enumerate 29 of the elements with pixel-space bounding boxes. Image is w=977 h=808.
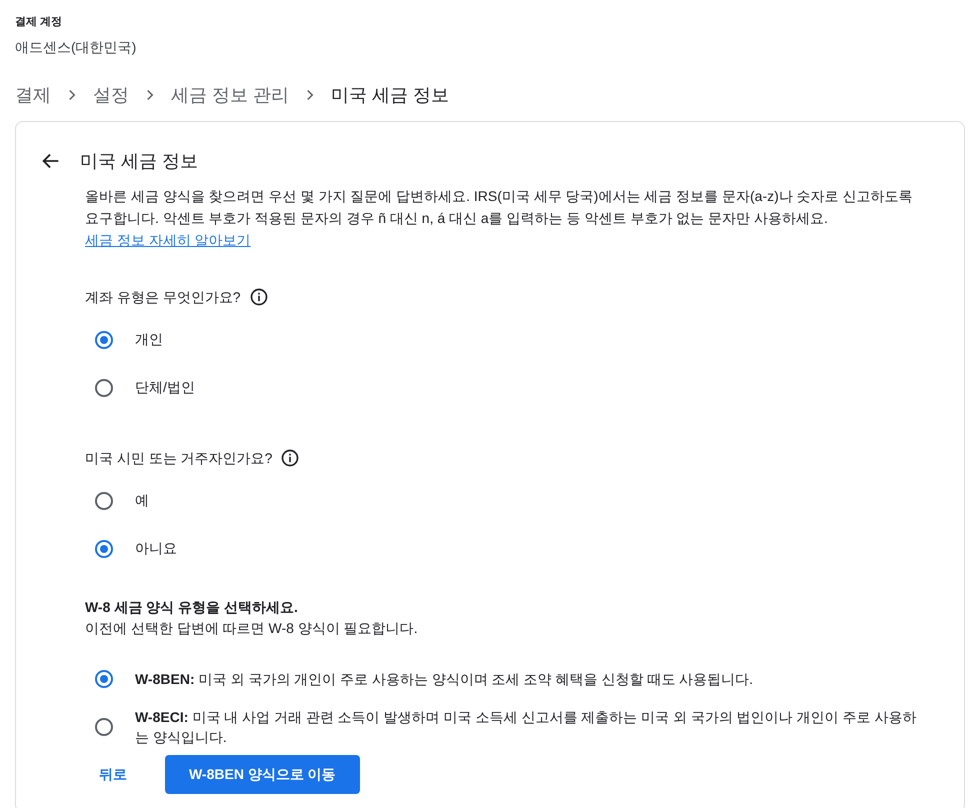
question-label: 미국 시민 또는 거주자인가요?	[85, 448, 272, 468]
account-name: 애드센스(대한민국)	[15, 38, 138, 57]
intro-paragraph: 올바른 세금 양식을 찾으려면 우선 몇 가지 질문에 답변하세요. IRS(미국 세무 당국)에서는 세금 정보를 문자(a-z)나 숫자로 신고하도록 요구합니다. 악센트 부호가 적용된 문자의 경우 ñ 대신 n, á 대신 a를 입력하는 등 악센트 부호가 없는 문자만 사용하세요. 세금 정보 자세히 알아보기	[85, 186, 914, 250]
section-heading: W-8 세금 양식 유형을 선택하세요.	[85, 598, 299, 616]
info-icon	[280, 448, 300, 468]
continue-button[interactable]: W-8BEN 양식으로 이동	[165, 754, 360, 794]
radio-unselected[interactable]	[95, 378, 113, 396]
breadcrumb-link[interactable]: 결제	[15, 82, 51, 108]
account-label: 결제 계정	[15, 15, 64, 30]
back-button[interactable]: 뒤로	[85, 756, 141, 792]
info-icon	[248, 287, 269, 307]
breadcrumb-link[interactable]: 설정	[93, 82, 129, 108]
breadcrumb-current: 미국 세금 정보	[331, 84, 450, 106]
radio-unselected[interactable]	[95, 492, 113, 510]
radio-selected[interactable]	[95, 330, 113, 348]
form-option-text: W-8ECI: 미국 내 사업 거래 관련 소득이 발생하며 미국 소득세 신고서를 제출하는 미국 외 국가의 법인이나 개인이 주로 사용하는 양식입니다.	[135, 708, 918, 746]
radio-unselected[interactable]	[95, 718, 113, 736]
card-title: 미국 세금 정보	[80, 150, 198, 172]
question-label: 계좌 유형은 무엇인가요?	[85, 288, 241, 306]
radio-selected[interactable]	[95, 670, 113, 688]
section-subtext: 이전에 선택한 답변에 따르면 W-8 양식이 필요합니다.	[85, 618, 419, 638]
option-label: 단체/법인	[135, 378, 195, 397]
breadcrumb-link[interactable]: 세금 정보 관리	[171, 82, 290, 108]
option-label: 예	[135, 491, 149, 510]
option-label: 아니요	[135, 539, 177, 558]
option-label: 개인	[135, 330, 163, 349]
radio-selected[interactable]	[95, 540, 113, 558]
form-option-text: W-8BEN: 미국 외 국가의 개인이 주로 사용하는 양식이며 조세 조약 혜택을 신청할 때도 사용됩니다.	[135, 670, 754, 688]
learn-more-link[interactable]: 세금 정보 자세히 알아보기	[85, 232, 251, 248]
